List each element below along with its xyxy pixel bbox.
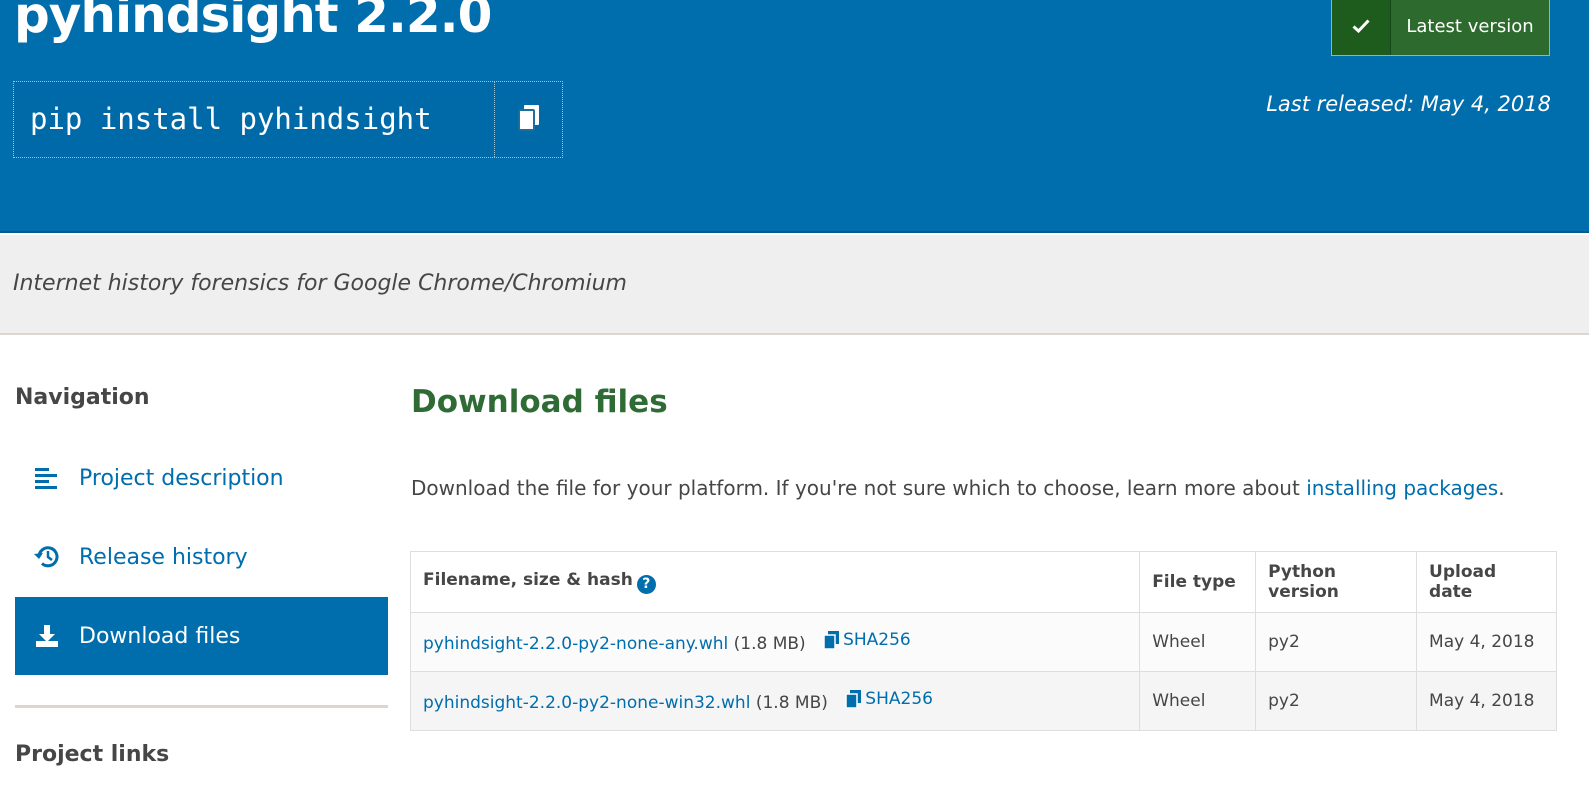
file-size: (1.8 MB) [755,693,828,713]
python-version-cell: py2 [1255,671,1418,731]
sidebar-item-project-description[interactable]: Project description [15,439,388,517]
download-files-heading: Download files [411,384,668,420]
sidebar-item-label: Release history [79,544,248,570]
sha256-copy-button[interactable]: SHA256 [823,630,911,650]
column-header-label: Filename, size & hash [423,570,633,591]
copy-icon [845,690,862,708]
file-type-cell: Wheel [1139,612,1257,672]
column-header-filename: Filename, size & hash? [409,551,1141,613]
file-download-link[interactable]: pyhindsight-2.2.0-py2-none-win32.whl [423,693,750,713]
navigation-heading: Navigation [15,385,150,410]
hash-label: SHA256 [843,630,911,650]
sha256-copy-button[interactable]: SHA256 [845,689,933,709]
hash-label: SHA256 [865,689,933,709]
checkmark-icon [1332,0,1391,55]
latest-version-button[interactable]: Latest version [1331,0,1550,56]
table-row: pyhindsight-2.2.0-py2-none-any.whl (1.8 … [409,612,1557,672]
intro-text: Download the file for your platform. If … [411,476,1307,500]
column-header-upload-date: Upload date [1416,551,1557,613]
upload-date-cell: May 4, 2018 [1416,671,1557,731]
pip-command[interactable]: pip install pyhindsight [14,82,495,157]
sidebar-item-label: Project description [79,465,284,491]
upload-date-cell: May 4, 2018 [1416,612,1557,672]
file-type-cell: Wheel [1139,671,1257,731]
installing-packages-link[interactable]: installing packages [1306,476,1498,500]
sidebar-divider [15,705,388,708]
copy-icon [823,631,840,649]
download-icon [15,624,79,648]
sidebar-item-release-history[interactable]: Release history [15,518,388,596]
table-row: pyhindsight-2.2.0-py2-none-win32.whl (1.… [409,671,1557,731]
help-icon[interactable]: ? [636,574,656,594]
download-files-table: Filename, size & hash? File type Python … [409,551,1557,731]
column-header-file-type: File type [1139,551,1257,613]
sidebar-item-label: Download files [79,623,241,649]
copy-icon [517,104,541,136]
align-left-icon [15,467,79,489]
latest-version-label: Latest version [1406,15,1534,37]
python-version-cell: py2 [1255,612,1418,672]
package-summary-band: Internet history forensics for Google Ch… [0,235,1589,335]
table-header-row: Filename, size & hash? File type Python … [409,551,1557,613]
intro-text-end: . [1498,476,1505,500]
pip-install-box: pip install pyhindsight [13,81,563,158]
filename-cell: pyhindsight-2.2.0-py2-none-any.whl (1.8 … [409,612,1141,672]
project-links-heading: Project links [15,742,170,767]
download-intro-text: Download the file for your platform. If … [411,476,1505,500]
history-icon [15,545,79,569]
package-header-banner: pyhindsight 2.2.0 pip install pyhindsigh… [0,0,1589,233]
last-released-date: Last released: May 4, 2018 [1266,92,1551,116]
file-size: (1.8 MB) [733,634,806,654]
sidebar-item-download-files[interactable]: Download files [15,597,388,675]
column-header-python-version: Python version [1255,551,1418,613]
filename-cell: pyhindsight-2.2.0-py2-none-win32.whl (1.… [409,671,1141,731]
package-title: pyhindsight 2.2.0 [14,0,492,44]
package-summary: Internet history forensics for Google Ch… [13,271,627,296]
copy-pip-button[interactable] [495,82,562,157]
file-download-link[interactable]: pyhindsight-2.2.0-py2-none-any.whl [423,634,728,654]
